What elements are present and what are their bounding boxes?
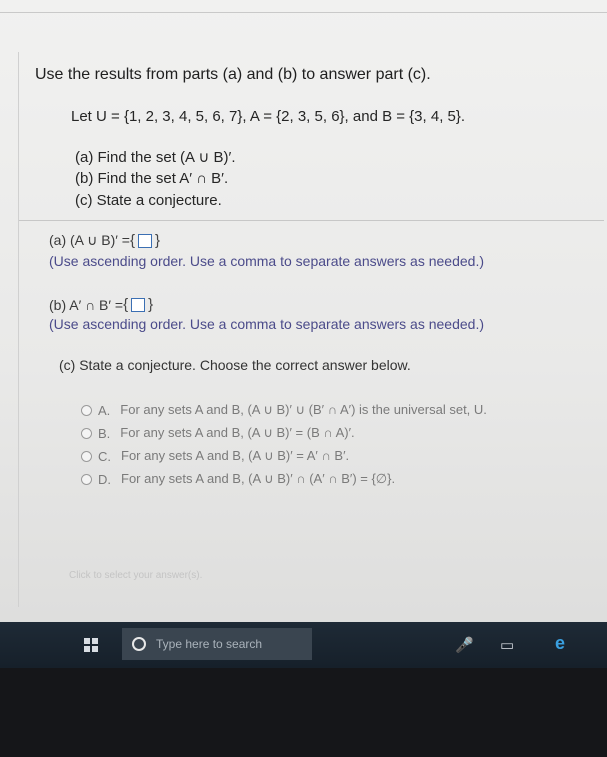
radio-a[interactable] bbox=[81, 404, 92, 416]
part-b-label: (b) A′ ∩ B′ = bbox=[49, 296, 124, 313]
part-c-label: (c) State a conjecture. Choose the corre… bbox=[59, 357, 411, 373]
option-b[interactable]: B. For any sets A and B, (A ∪ B)′ = (B ∩… bbox=[81, 425, 355, 441]
close-brace: } bbox=[148, 296, 154, 313]
part-b-answer-row: (b) A′ ∩ B′ = { } bbox=[49, 296, 153, 313]
option-text: For any sets A and B, (A ∪ B)′ = (B ∩ A)… bbox=[120, 425, 355, 440]
edge-icon[interactable]: e bbox=[555, 633, 565, 654]
part-a-answer-input[interactable] bbox=[137, 233, 152, 248]
instruction-text: Use the results from parts (a) and (b) t… bbox=[35, 66, 431, 83]
click-hint: Click to select your answer(s). bbox=[69, 570, 203, 581]
task-c: (c) State a conjecture. bbox=[75, 192, 222, 209]
option-a[interactable]: A. For any sets A and B, (A ∪ B)′ ∪ (B′ … bbox=[81, 402, 487, 418]
option-text: For any sets A and B, (A ∪ B)′ ∪ (B′ ∩ A… bbox=[120, 402, 487, 417]
radio-d[interactable] bbox=[81, 473, 92, 485]
search-placeholder: Type here to search bbox=[156, 637, 263, 651]
radio-b[interactable] bbox=[81, 427, 92, 439]
part-b-note: (Use ascending order. Use a comma to sep… bbox=[49, 316, 485, 332]
taskbar-search-box[interactable]: Type here to search bbox=[122, 628, 312, 660]
section-divider bbox=[19, 220, 604, 221]
top-divider bbox=[0, 12, 607, 13]
task-view-icon[interactable]: ▭ bbox=[500, 636, 514, 654]
taskbar: Type here to search 🎤 ▭ e bbox=[0, 622, 607, 668]
microphone-icon[interactable]: 🎤 bbox=[455, 636, 474, 654]
part-b-answer-input[interactable] bbox=[131, 297, 146, 312]
task-a: (a) Find the set (A ∪ B)′. bbox=[75, 149, 236, 166]
radio-c[interactable] bbox=[81, 450, 92, 462]
close-brace: } bbox=[154, 232, 160, 249]
option-d[interactable]: D. For any sets A and B, (A ∪ B)′ ∩ (A′ … bbox=[81, 471, 395, 487]
option-text: For any sets A and B, (A ∪ B)′ = A′ ∩ B′… bbox=[121, 448, 350, 463]
option-letter: B. bbox=[98, 425, 111, 441]
open-brace: { bbox=[129, 232, 135, 249]
question-panel: Use the results from parts (a) and (b) t… bbox=[18, 52, 604, 607]
option-text: For any sets A and B, (A ∪ B)′ ∩ (A′ ∩ B… bbox=[121, 471, 396, 486]
part-a-note: (Use ascending order. Use a comma to sep… bbox=[49, 253, 485, 269]
option-letter: C. bbox=[98, 448, 111, 464]
part-a-answer-row: (a) (A ∪ B)′ = { } bbox=[49, 232, 160, 249]
part-a-label: (a) (A ∪ B)′ = bbox=[49, 232, 130, 248]
open-brace: { bbox=[123, 296, 129, 313]
search-icon bbox=[132, 637, 146, 651]
task-b: (b) Find the set A′ ∩ B′. bbox=[75, 170, 229, 187]
windows-start-icon[interactable] bbox=[84, 638, 98, 652]
option-c[interactable]: C. For any sets A and B, (A ∪ B)′ = A′ ∩… bbox=[81, 448, 349, 464]
option-letter: A. bbox=[98, 402, 111, 418]
device-bezel bbox=[0, 668, 607, 757]
given-sets: Let U = {1, 2, 3, 4, 5, 6, 7}, A = {2, 3… bbox=[71, 108, 466, 125]
screen: Use the results from parts (a) and (b) t… bbox=[0, 0, 607, 665]
option-letter: D. bbox=[98, 471, 111, 487]
